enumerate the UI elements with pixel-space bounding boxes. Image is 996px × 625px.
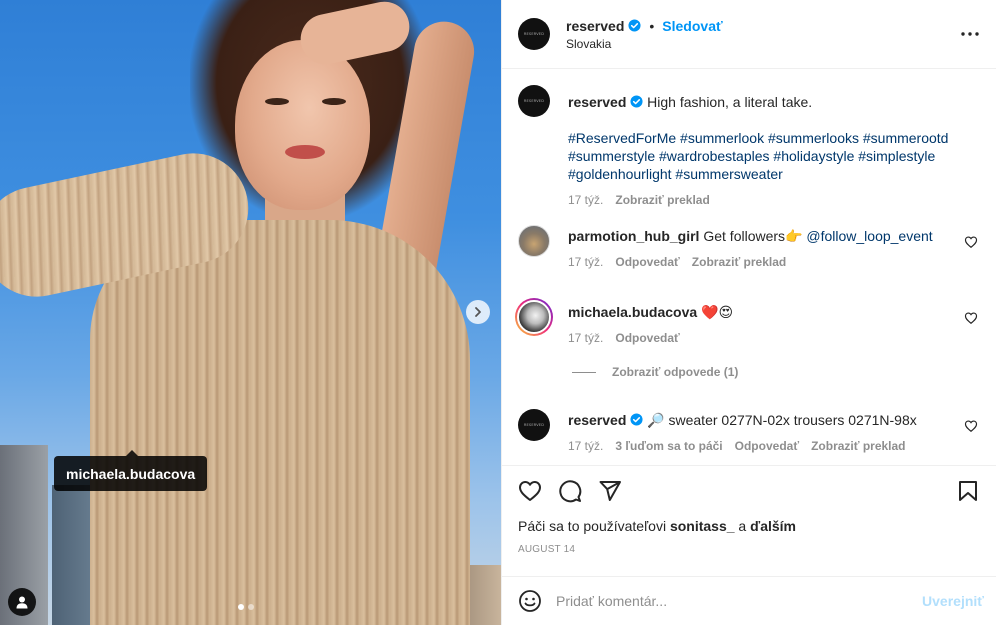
avatar[interactable]: RESERVED: [518, 85, 550, 117]
caption-translate-link[interactable]: Zobraziť preklad: [615, 191, 709, 209]
separator-dot: •: [649, 17, 655, 34]
post-comment-button[interactable]: Uverejniť: [922, 593, 984, 609]
comment-composer: Uverejniť: [502, 576, 996, 625]
share-send-icon[interactable]: [598, 479, 622, 503]
verified-badge-icon: [630, 95, 643, 108]
comment-username[interactable]: reserved: [568, 412, 626, 428]
like-comment-heart-icon[interactable]: [964, 311, 978, 325]
caption-username[interactable]: reserved: [568, 94, 626, 110]
comment-reply-link[interactable]: Odpovedať: [615, 329, 679, 347]
comment-username[interactable]: michaela.budacova: [568, 304, 697, 320]
like-comment-heart-icon[interactable]: [964, 235, 978, 249]
avatar[interactable]: [518, 225, 550, 257]
comment-item: RESERVED reserved 🔎 sweater 0277N-02x tr…: [518, 409, 980, 455]
comment-time[interactable]: 17 týž.: [568, 437, 603, 455]
post-header: RESERVED reserved • Sledovať Slovakia: [502, 0, 996, 69]
comment-username[interactable]: parmotion_hub_girl: [568, 228, 699, 244]
comment-input[interactable]: [556, 593, 923, 609]
comment-text: ❤️😍: [701, 304, 734, 320]
likes-user-link[interactable]: sonitass_: [670, 518, 735, 534]
avatar: [517, 300, 551, 334]
post-side-panel: RESERVED reserved • Sledovať Slovakia RE…: [501, 0, 996, 625]
avatar[interactable]: RESERVED: [518, 409, 550, 441]
comment-translate-link[interactable]: Zobraziť preklad: [692, 253, 786, 271]
post-photo[interactable]: michaela.budacova: [0, 0, 501, 625]
user-icon: [16, 596, 28, 609]
save-bookmark-icon[interactable]: [956, 479, 980, 503]
avatar-label: RESERVED: [523, 423, 545, 427]
comments-list[interactable]: RESERVED reserved High fashion, a litera…: [502, 69, 996, 465]
model-eye: [265, 98, 289, 105]
comment-translate-link[interactable]: Zobraziť preklad: [811, 437, 905, 455]
like-heart-icon[interactable]: [518, 479, 542, 503]
caption-hashtags[interactable]: #ReservedForMe #summerlook #summerlooks …: [568, 129, 980, 183]
carousel-next-button[interactable]: [466, 300, 490, 324]
model-sweater: [90, 220, 470, 625]
follow-button[interactable]: Sledovať: [662, 18, 722, 34]
view-replies-label: Zobraziť odpovede (1): [612, 365, 739, 379]
post-date[interactable]: AUGUST 14: [518, 544, 980, 555]
model-face: [235, 40, 370, 210]
chevron-right-icon: [475, 307, 481, 317]
caption-text: High fashion, a literal take.: [647, 94, 813, 110]
carousel-indicator: [238, 604, 254, 610]
user-tag-bubble[interactable]: michaela.budacova: [54, 450, 208, 491]
comment-item: parmotion_hub_girl Get followers👉 @follo…: [518, 225, 980, 271]
post-caption: RESERVED reserved High fashion, a litera…: [518, 85, 980, 209]
model-lips: [285, 145, 325, 159]
more-horizontal-icon: [961, 32, 979, 36]
like-comment-heart-icon[interactable]: [964, 419, 978, 433]
tagged-users-button[interactable]: [8, 588, 36, 616]
comment-text: Get followers👉: [703, 228, 803, 244]
carousel-dot: [238, 604, 244, 610]
verified-badge-icon: [628, 19, 641, 32]
likes-prefix: Páči sa to používateľovi: [518, 518, 670, 534]
post-author-username[interactable]: reserved: [566, 18, 624, 34]
comment-bubble-icon[interactable]: [558, 479, 582, 503]
likes-others-link[interactable]: ďalším: [750, 518, 796, 534]
comment-likes-count[interactable]: 3 ľuďom sa to páči: [615, 437, 722, 455]
avatar-story-ring[interactable]: [515, 298, 553, 336]
caption-time[interactable]: 17 týž.: [568, 191, 603, 209]
comment-time[interactable]: 17 týž.: [568, 253, 603, 271]
avatar-label: RESERVED: [523, 99, 545, 103]
verified-badge-icon: [630, 413, 643, 426]
likes-summary: Páči sa to používateľovi sonitass_ a ďal…: [518, 518, 980, 534]
comment-reply-link[interactable]: Odpovedať: [735, 437, 799, 455]
comment-text: 🔎 sweater 0277N-02x trousers 0271N-98x: [647, 412, 917, 428]
post-location[interactable]: Slovakia: [566, 37, 723, 51]
comment-reply-link[interactable]: Odpovedať: [615, 253, 679, 271]
comment-mention[interactable]: @follow_loop_event: [806, 228, 932, 244]
view-replies-button[interactable]: Zobraziť odpovede (1): [572, 365, 980, 379]
more-options-button[interactable]: [958, 24, 982, 44]
replies-line: [572, 371, 596, 373]
model-eye: [322, 98, 346, 105]
comment-time[interactable]: 17 týž.: [568, 329, 603, 347]
avatar[interactable]: RESERVED: [518, 18, 550, 50]
post-actions: Páči sa to používateľovi sonitass_ a ďal…: [502, 465, 996, 555]
likes-conj: a: [734, 518, 751, 534]
avatar-label: RESERVED: [523, 32, 545, 36]
comment-item: michaela.budacova ❤️😍 17 týž. Odpovedať: [515, 298, 980, 347]
carousel-dot: [248, 604, 254, 610]
emoji-icon[interactable]: [518, 589, 542, 613]
